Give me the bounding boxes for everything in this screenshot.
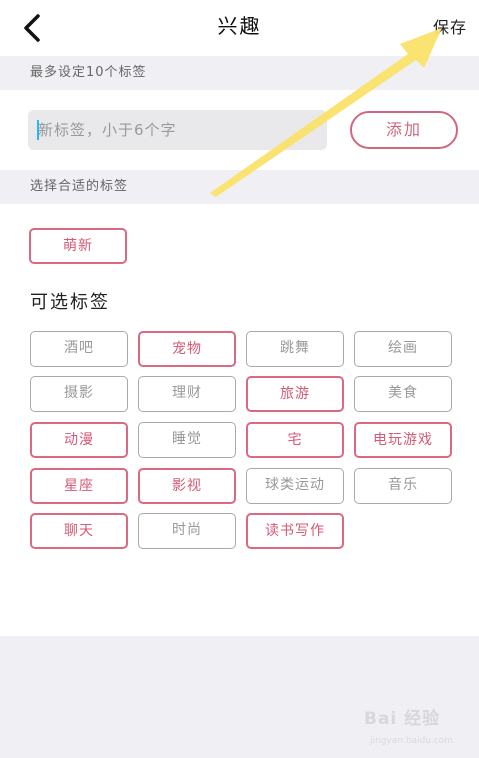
tag-option[interactable]: 动漫 bbox=[30, 422, 128, 458]
watermark-url: jingyan.baidu.com bbox=[370, 736, 454, 746]
tag-option[interactable]: 音乐 bbox=[354, 468, 452, 504]
tag-option[interactable]: 绘画 bbox=[354, 331, 452, 367]
tag-option[interactable]: 跳舞 bbox=[246, 331, 344, 367]
save-button[interactable]: 保存 bbox=[433, 14, 467, 38]
choose-tags-hint: 选择合适的标签 bbox=[0, 170, 479, 204]
tag-option[interactable]: 影视 bbox=[138, 468, 236, 504]
add-tag-button[interactable]: 添加 bbox=[350, 111, 458, 149]
text-caret bbox=[37, 120, 39, 140]
tag-option[interactable]: 聊天 bbox=[30, 513, 128, 549]
watermark-logo: Bai 经验 bbox=[364, 709, 441, 729]
available-tags-title: 可选标签 bbox=[30, 292, 110, 313]
tag-option[interactable]: 睡觉 bbox=[138, 422, 236, 458]
tag-option[interactable]: 旅游 bbox=[246, 376, 344, 412]
tag-option[interactable]: 理财 bbox=[138, 376, 236, 412]
chevron-left-icon bbox=[24, 14, 40, 42]
tag-option[interactable]: 美食 bbox=[354, 376, 452, 412]
max-tags-hint: 最多设定10个标签 bbox=[0, 56, 479, 90]
tag-option[interactable]: 宠物 bbox=[138, 331, 236, 367]
tag-option[interactable]: 宅 bbox=[246, 422, 344, 458]
selected-tag[interactable]: 萌新 bbox=[29, 228, 127, 264]
tag-option[interactable]: 星座 bbox=[30, 468, 128, 504]
page-title: 兴趣 bbox=[217, 14, 262, 38]
new-tag-input[interactable] bbox=[28, 110, 327, 150]
tag-option[interactable]: 电玩游戏 bbox=[354, 422, 452, 458]
tag-option[interactable]: 酒吧 bbox=[30, 331, 128, 367]
tag-option[interactable]: 读书写作 bbox=[246, 513, 344, 549]
back-button[interactable] bbox=[14, 8, 50, 48]
tag-option[interactable]: 时尚 bbox=[138, 513, 236, 549]
tag-option[interactable]: 摄影 bbox=[30, 376, 128, 412]
header-bar: 兴趣 保存 bbox=[0, 0, 479, 56]
tag-option[interactable]: 球类运动 bbox=[246, 468, 344, 504]
